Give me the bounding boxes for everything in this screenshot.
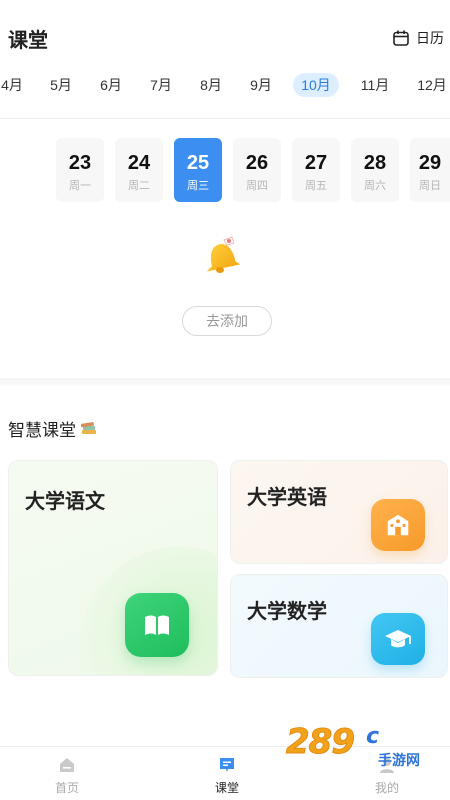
month-item[interactable]: 7月 (146, 73, 176, 97)
home-icon (60, 758, 74, 772)
day-number: 25 (186, 152, 210, 174)
calendar-button[interactable]: 日历 (392, 28, 444, 48)
bell-icon (196, 236, 248, 278)
classroom-icon (220, 758, 234, 772)
month-item[interactable]: 6月 (96, 73, 126, 97)
month-item[interactable]: 9月 (246, 73, 276, 97)
month-item[interactable]: 4月 (0, 73, 24, 97)
day-weekday: 周五 (305, 180, 327, 192)
calendar-icon (393, 30, 409, 46)
smart-class-title-text: 智慧课堂 (8, 421, 76, 440)
tab-label: 课堂 (214, 781, 239, 795)
course-name: 大学语文 (25, 491, 105, 513)
day-weekday: 周日 (419, 180, 441, 192)
day-weekday: 周一 (69, 180, 91, 192)
graduation-cap-icon (371, 613, 425, 665)
month-item[interactable]: 8月 (196, 73, 226, 97)
month-item-active[interactable]: 10月 (293, 73, 339, 97)
header: 课堂 日历 (0, 0, 450, 70)
day-item[interactable]: 29 周日 (410, 138, 450, 202)
add-course-button[interactable]: 去添加 (182, 306, 272, 336)
day-item[interactable]: 26 周四 (233, 138, 281, 202)
course-card-english[interactable]: 大学英语 (230, 460, 448, 564)
section-divider (0, 378, 450, 386)
day-selector: 23 周一 24 周二 25 周三 26 周四 27 周五 28 周六 29 周… (0, 138, 450, 202)
school-icon (371, 499, 425, 551)
tab-home[interactable]: 首页 (37, 755, 97, 796)
watermark-number: 289 (286, 722, 356, 763)
watermark-sub: 手游网 (378, 752, 420, 768)
month-item[interactable]: 11月 (356, 73, 394, 97)
tab-label: 首页 (54, 781, 79, 795)
tab-label: 我的 (374, 781, 399, 795)
day-number: 27 (304, 152, 328, 174)
day-weekday: 周四 (246, 180, 268, 192)
books-icon (80, 421, 96, 434)
day-weekday: 周二 (128, 180, 150, 192)
day-number: 29 (418, 152, 442, 174)
day-number: 23 (68, 152, 92, 174)
month-item[interactable]: 12月 (414, 73, 450, 97)
watermark-com: c (366, 724, 380, 749)
course-name: 大学英语 (247, 487, 327, 509)
month-item[interactable]: 5月 (46, 73, 76, 97)
calendar-label: 日历 (416, 30, 444, 46)
day-item-selected[interactable]: 25 周三 (174, 138, 222, 202)
day-item[interactable]: 23 周一 (56, 138, 104, 202)
smart-class-title: 智慧课堂 (8, 416, 98, 441)
day-item[interactable]: 28 周六 (351, 138, 399, 202)
month-selector: 4月 5月 6月 7月 8月 9月 10月 11月 12月 (0, 70, 450, 100)
day-weekday: 周六 (364, 180, 386, 192)
tab-classroom[interactable]: 课堂 (197, 755, 257, 796)
day-number: 28 (363, 152, 387, 174)
day-number: 26 (245, 152, 269, 174)
day-item[interactable]: 24 周二 (115, 138, 163, 202)
divider (0, 118, 450, 119)
day-number: 24 (127, 152, 151, 174)
watermark-logo: 289 c 手游网 (286, 722, 436, 772)
day-weekday: 周三 (187, 180, 209, 192)
course-card-math[interactable]: 大学数学 (230, 574, 448, 678)
book-icon (125, 593, 189, 657)
course-card-chinese[interactable]: 大学语文 (8, 460, 218, 676)
course-name: 大学数学 (247, 601, 327, 623)
day-item[interactable]: 27 周五 (292, 138, 340, 202)
page-title: 课堂 (8, 30, 48, 52)
